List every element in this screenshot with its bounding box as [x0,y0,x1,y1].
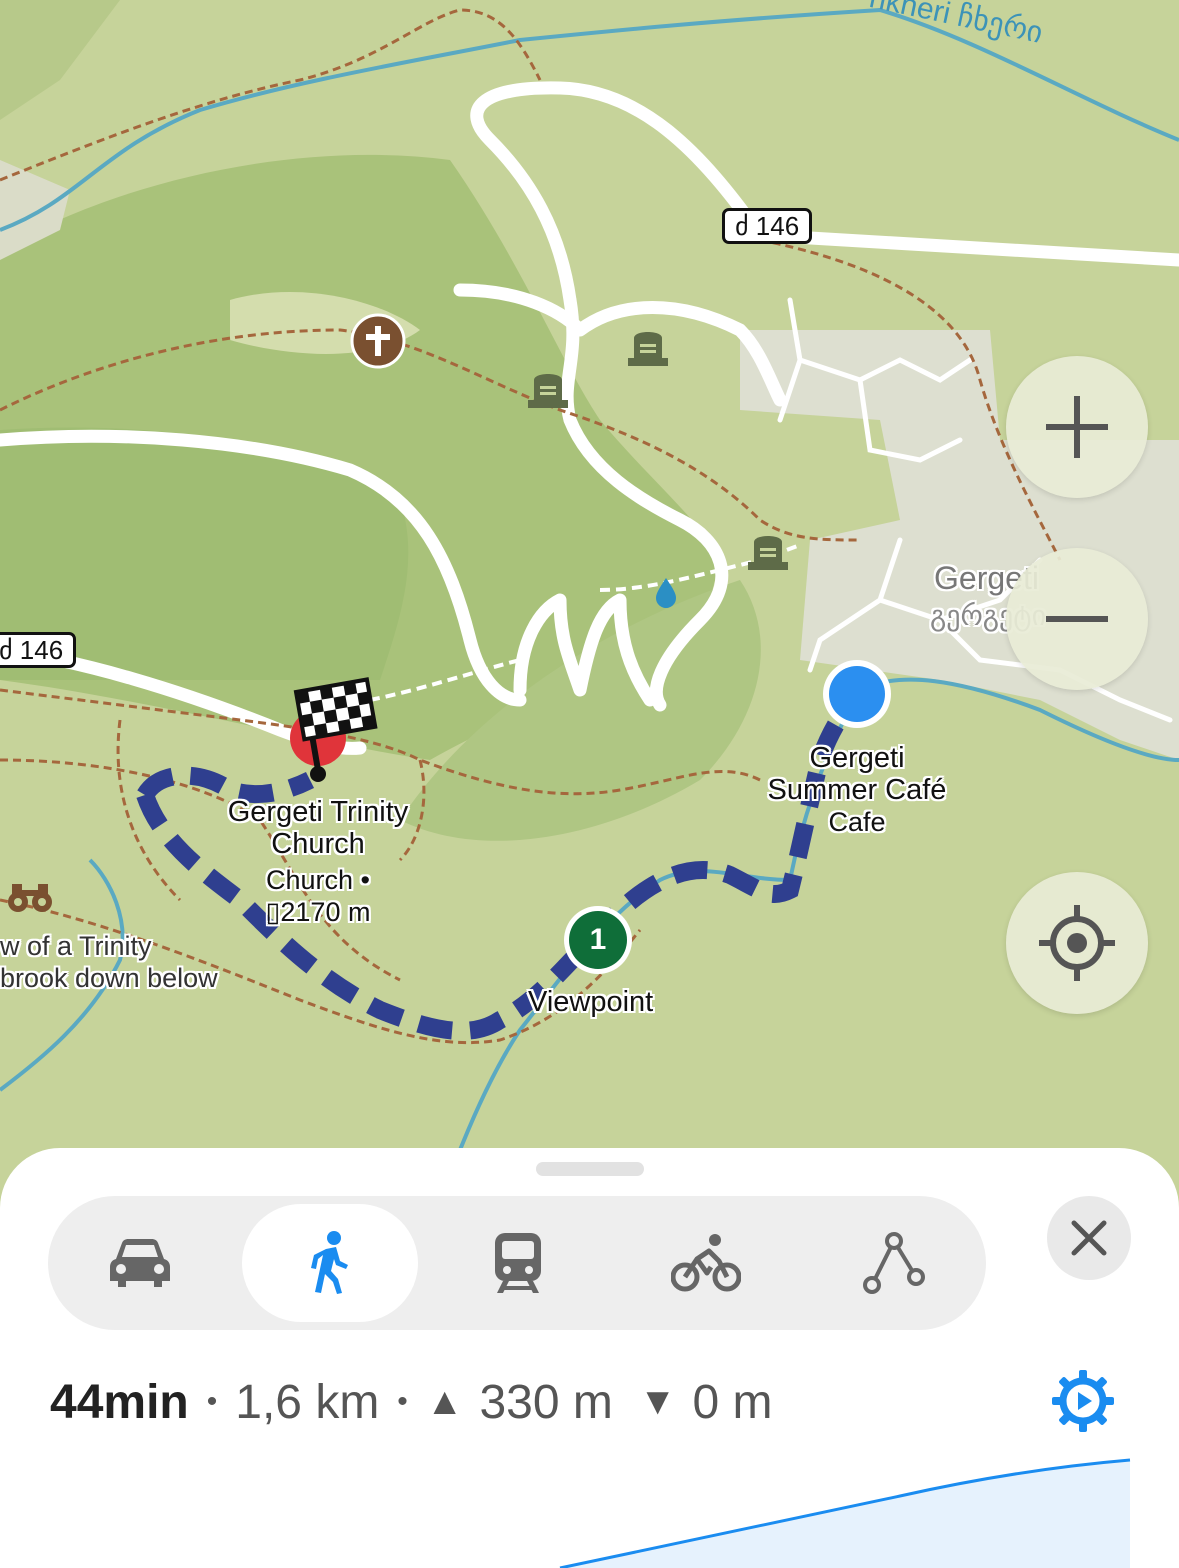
viewpoint-text: brook down below [0,963,218,993]
viewpoint-text: w of a Trinity [0,931,152,961]
cafe-label[interactable]: Gergeti Summer Café Cafe [748,742,966,838]
route-settings-button[interactable] [1050,1368,1116,1434]
route-duration: 44min [50,1375,189,1429]
destination-sub-line: Church • [266,865,370,895]
mode-car-button[interactable] [52,1204,228,1322]
route-distance: 1,6 km [235,1375,380,1429]
route-ascent: 330 m [479,1375,613,1429]
destination-label[interactable]: Gergeti Trinity Church Church • ▯2170 m [218,796,418,928]
settings-gear-icon [1052,1370,1114,1432]
map-view[interactable]: hkheri ჩხერი ძ 146 ძ 146 Gergeti გერგეტი… [0,0,1179,1200]
destination-sub-line: ▯2170 m [265,897,371,927]
cafe-name-line: Summer Café [767,774,947,806]
separator-dot: • [206,1385,218,1418]
train-icon [495,1233,541,1293]
route-summary: 44min • 1,6 km • ▲ 330 m ▼ 0 m [50,1370,772,1434]
mode-transit-button[interactable] [430,1204,606,1322]
elevation-profile[interactable] [0,1448,1179,1568]
waypoint-label[interactable]: Viewpoint [528,986,653,1018]
close-button[interactable] [1047,1196,1131,1280]
bicycle-icon [671,1234,741,1292]
road-shield: ძ 146 [0,632,77,668]
my-location-button[interactable] [1006,872,1148,1014]
destination-name-line: Church [271,828,365,860]
current-location-dot [823,660,891,728]
plus-icon [1046,396,1108,458]
transport-mode-selector [48,1196,986,1330]
mode-walk-button[interactable] [242,1204,418,1322]
route-nodes-icon [863,1232,925,1294]
minus-icon [1046,616,1108,622]
mode-bike-button[interactable] [618,1204,794,1322]
crosshair-icon [1039,905,1115,981]
cafe-name-line: Gergeti [809,742,905,774]
waypoint-number: 1 [589,923,607,956]
close-icon [1071,1220,1107,1256]
road-shield: ძ 146 [722,208,813,244]
cafe-type-line: Cafe [828,807,886,837]
zoom-out-button[interactable] [1006,548,1148,690]
destination-name-line: Gergeti Trinity [227,796,409,828]
descent-icon: ▼ [638,1380,677,1423]
car-icon [110,1239,170,1287]
ascent-icon: ▲ [425,1380,464,1423]
route-sheet: 44min • 1,6 km • ▲ 330 m ▼ 0 m [0,1148,1179,1568]
separator-dot: • [397,1385,408,1418]
church-icon [350,313,406,369]
zoom-in-button[interactable] [1006,356,1148,498]
walking-icon [311,1231,348,1294]
drag-handle[interactable] [536,1162,644,1176]
route-descent: 0 m [692,1375,773,1429]
mode-route-planner-button[interactable] [806,1204,982,1322]
